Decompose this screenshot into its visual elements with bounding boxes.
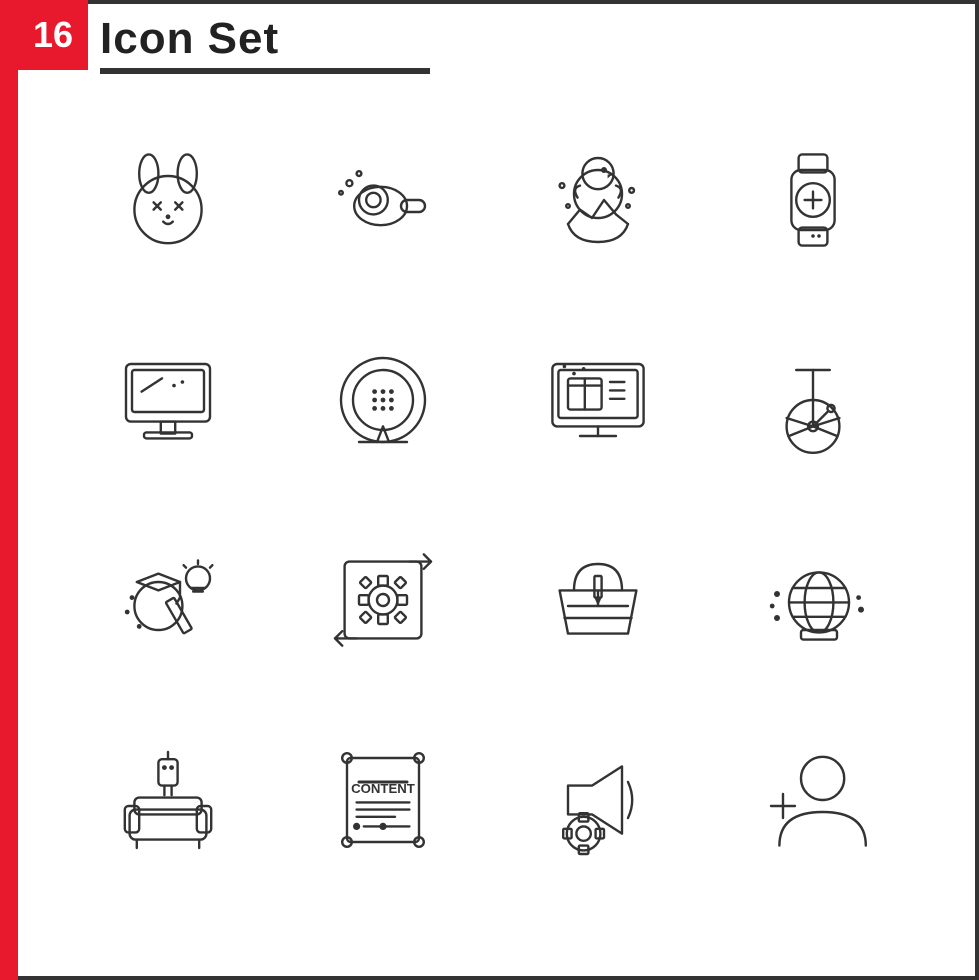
icon-global-person: [705, 500, 920, 700]
page-title: Icon Set: [100, 14, 279, 64]
icon-monitor: [60, 300, 275, 500]
icons-grid: CONTENT: [60, 100, 920, 900]
number-badge: 16: [18, 0, 88, 70]
icon-content-document: CONTENT: [275, 700, 490, 900]
right-border: [975, 0, 979, 980]
icon-settings-arrows: [275, 500, 490, 700]
icon-electric-plug-sofa: [60, 700, 275, 900]
icon-add-person: [705, 700, 920, 900]
page-container: 16 Icon Set: [0, 0, 979, 980]
icon-vinyl-record: [275, 300, 490, 500]
icon-shopping-basket: [490, 500, 705, 700]
icon-education-idea: [60, 500, 275, 700]
icon-marketing-settings: [490, 700, 705, 900]
icon-whistle: [275, 100, 490, 300]
top-border: [18, 0, 979, 4]
red-bar: [0, 0, 18, 980]
icon-unicycle: [705, 300, 920, 500]
icon-chick: [490, 100, 705, 300]
svg-text:CONTENT: CONTENT: [351, 781, 415, 796]
icon-rabbit: [60, 100, 275, 300]
icon-package-screen: [490, 300, 705, 500]
icon-smartwatch: [705, 100, 920, 300]
title-underline: [100, 68, 430, 74]
bottom-border: [18, 976, 979, 980]
